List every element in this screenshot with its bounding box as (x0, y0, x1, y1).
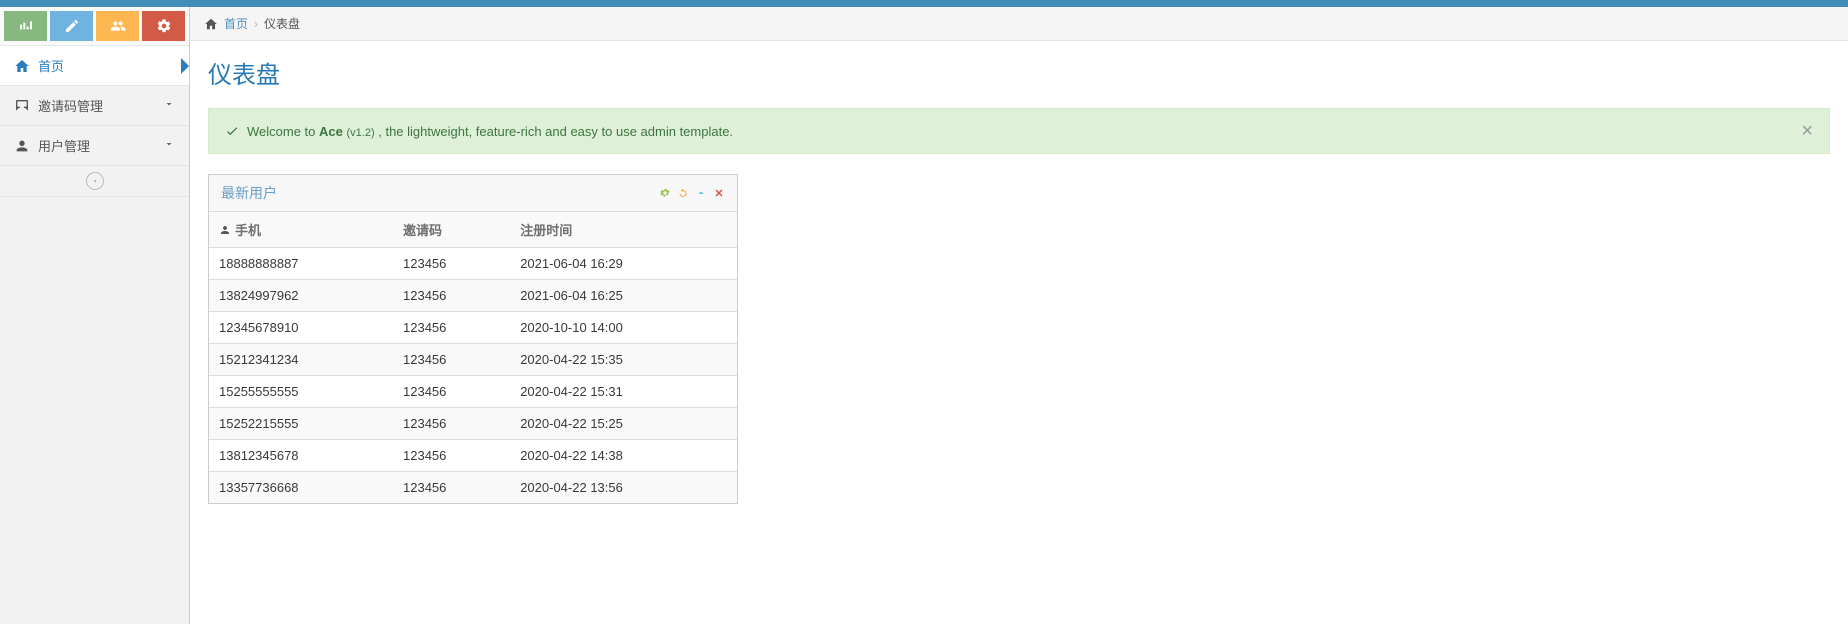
check-icon (225, 124, 239, 138)
widget-collapse-icon[interactable] (695, 187, 707, 199)
cell-time: 2020-10-10 14:00 (510, 312, 737, 344)
shortcut-bar (0, 7, 189, 46)
main: 首页 › 仪表盘 仪表盘 Welcome to Ace (v1.2) , the… (190, 7, 1848, 624)
topbar (0, 0, 1848, 7)
home-icon (204, 17, 218, 31)
widget-close-icon[interactable] (713, 187, 725, 199)
cell-time: 2021-06-04 16:25 (510, 280, 737, 312)
col-code: 邀请码 (393, 212, 510, 248)
sidebar-item-label: 首页 (38, 56, 64, 75)
sidebar-item-label: 用户管理 (38, 136, 90, 155)
home-icon (14, 58, 30, 74)
table-row: 123456789101234562020-10-10 14:00 (209, 312, 737, 344)
user-icon (14, 138, 30, 154)
breadcrumb: 首页 › 仪表盘 (190, 7, 1848, 41)
table-row: 138249979621234562021-06-04 16:25 (209, 280, 737, 312)
cell-phone: 15255555555 (209, 376, 393, 408)
breadcrumb-home[interactable]: 首页 (224, 15, 248, 32)
cell-time: 2020-04-22 13:56 (510, 472, 737, 504)
inbox-icon (14, 98, 30, 114)
cell-time: 2020-04-22 15:35 (510, 344, 737, 376)
col-time: 注册时间 (510, 212, 737, 248)
cell-phone: 15212341234 (209, 344, 393, 376)
widget-header: 最新用户 (209, 175, 737, 212)
shortcut-edit[interactable] (50, 11, 93, 41)
table-row: 133577366681234562020-04-22 13:56 (209, 472, 737, 504)
alert-text: Welcome to Ace (v1.2) , the lightweight,… (247, 124, 733, 139)
breadcrumb-sep: › (254, 17, 258, 31)
page-title: 仪表盘 (208, 55, 1830, 90)
widget-reload-icon[interactable] (677, 187, 689, 199)
cell-code: 123456 (393, 248, 510, 280)
cell-code: 123456 (393, 344, 510, 376)
cell-code: 123456 (393, 312, 510, 344)
breadcrumb-current: 仪表盘 (264, 15, 300, 32)
sidebar-item-home[interactable]: 首页 (0, 46, 189, 86)
cell-phone: 13824997962 (209, 280, 393, 312)
widget-tools (659, 187, 725, 199)
cell-time: 2020-04-22 15:31 (510, 376, 737, 408)
table-row: 188888888871234562021-06-04 16:29 (209, 248, 737, 280)
table-row: 138123456781234562020-04-22 14:38 (209, 440, 737, 472)
cell-time: 2021-06-04 16:29 (510, 248, 737, 280)
sidebar-item-label: 邀请码管理 (38, 96, 103, 115)
cell-phone: 18888888887 (209, 248, 393, 280)
cell-phone: 13812345678 (209, 440, 393, 472)
cell-code: 123456 (393, 472, 510, 504)
chevron-down-icon (163, 98, 175, 113)
welcome-alert: Welcome to Ace (v1.2) , the lightweight,… (208, 108, 1830, 154)
cell-phone: 12345678910 (209, 312, 393, 344)
cell-code: 123456 (393, 408, 510, 440)
alert-close[interactable]: × (1801, 121, 1813, 141)
shortcut-users[interactable] (96, 11, 139, 41)
chevron-down-icon (163, 138, 175, 153)
sidebar: 首页 邀请码管理 用户管理 (0, 7, 190, 624)
table-row: 152555555551234562020-04-22 15:31 (209, 376, 737, 408)
sidebar-collapse-button[interactable] (86, 172, 104, 190)
sidebar-collapse-row (0, 166, 189, 197)
table-row: 152123412341234562020-04-22 15:35 (209, 344, 737, 376)
cell-phone: 13357736668 (209, 472, 393, 504)
cell-time: 2020-04-22 14:38 (510, 440, 737, 472)
users-table: 手机 邀请码 注册时间 188888888871234562021-06-04 … (209, 212, 737, 503)
cell-code: 123456 (393, 280, 510, 312)
sidebar-item-invite[interactable]: 邀请码管理 (0, 86, 189, 126)
table-row: 152522155551234562020-04-22 15:25 (209, 408, 737, 440)
widget-settings-icon[interactable] (659, 187, 671, 199)
cell-time: 2020-04-22 15:25 (510, 408, 737, 440)
widget-title: 最新用户 (221, 183, 277, 203)
col-phone: 手机 (209, 212, 393, 248)
cell-phone: 15252215555 (209, 408, 393, 440)
sidebar-item-users[interactable]: 用户管理 (0, 126, 189, 166)
widget-latest-users: 最新用户 手机 邀请码 注册时间 (208, 174, 738, 504)
shortcut-settings[interactable] (142, 11, 185, 41)
shortcut-stats[interactable] (4, 11, 47, 41)
cell-code: 123456 (393, 440, 510, 472)
cell-code: 123456 (393, 376, 510, 408)
